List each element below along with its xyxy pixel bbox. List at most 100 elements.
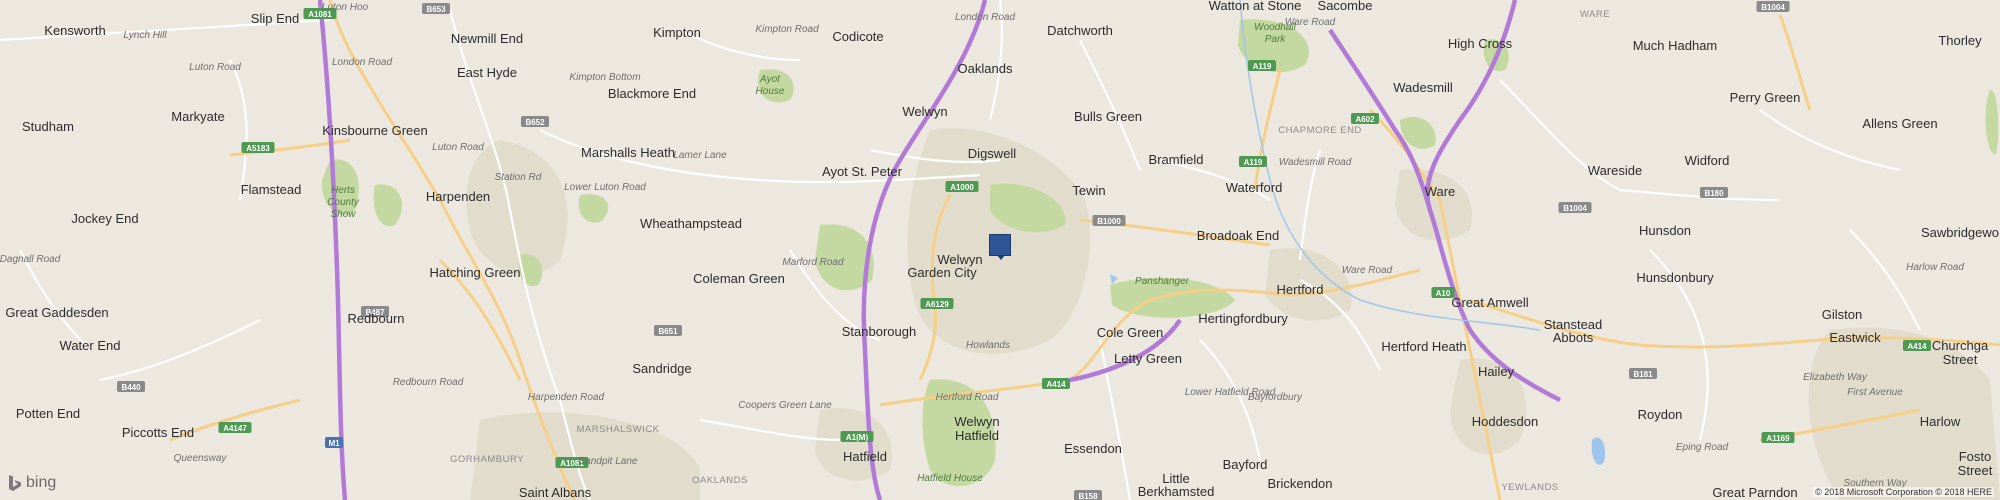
place-label-east-hyde: East Hyde [457,65,517,80]
place-label-saint-albans: Saint Albans [519,485,592,500]
place-label-sandridge: Sandridge [632,361,691,376]
road-shield-label: B1004 [1563,204,1587,213]
place-label-hunsdon: Hunsdon [1639,223,1691,238]
road-shield-label: A1000 [950,183,974,192]
road-label-luton-road: Luton Road [432,142,484,153]
place-label-coleman-green: Coleman Green [693,271,785,286]
road-label-marford-road: Marford Road [782,257,844,268]
place-label-much-hadham: Much Hadham [1633,38,1718,53]
road-shield-a1000: A1000 [945,181,979,192]
place-label-kensworth: Kensworth [44,23,105,38]
road-label-ware-road: Ware Road [1342,265,1393,276]
bing-logo[interactable]: bing [8,474,56,492]
road-shield-label: A414 [1046,380,1066,389]
place-label-widford: Widford [1685,153,1730,168]
place-label-allens-green: Allens Green [1862,116,1937,131]
copyright-notice[interactable]: © 2018 Microsoft Corporation © 2018 HERE [1813,487,1994,497]
place-label-ayot-st-peter: Ayot St. Peter [822,164,903,179]
place-label-marshalls-heath: Marshalls Heath [581,145,675,160]
place-label-watton-at-stone: Watton at Stone [1209,0,1302,13]
road-label-coopers-green-lane: Coopers Green Lane [738,400,832,411]
place-label-flamstead: Flamstead [241,182,302,197]
road-shield-label: A119 [1244,158,1263,167]
place-label-great-gaddesden: Great Gaddesden [5,305,108,320]
place-label-datchworth: Datchworth [1047,23,1113,38]
place-label-abbots: Abbots [1553,330,1594,345]
road-shield-a1169: A1169 [1761,432,1795,443]
road-shield-label: B180 [1704,189,1724,198]
place-label-letty-green: Letty Green [1114,351,1182,366]
road-shield-label: M1 [328,439,340,448]
road-label-howlands: Howlands [966,340,1010,351]
road-shield-label: B158 [1078,492,1098,500]
place-label-high-cross: High Cross [1448,36,1513,51]
place-label-street: Street [1943,352,1978,367]
place-label-hertingfordbury: Hertingfordbury [1198,311,1288,326]
road-shield-b1004: B1004 [1756,1,1790,12]
place-label-gilston: Gilston [1822,307,1862,322]
road-shield-a1-m: A1(M) [840,431,874,442]
road-label-harlow-road: Harlow Road [1906,262,1964,273]
place-label-kinsbourne-green: Kinsbourne Green [322,123,428,138]
road-label-london-road: London Road [955,12,1015,23]
place-label-ware: Ware [1425,184,1456,199]
place-label-churchga: Churchga [1932,338,1989,353]
place-label-street: Street [1958,463,1993,478]
poi-label-woodhall: Woodhall [1254,22,1296,33]
area-label-gorhambury: GORHAMBURY [450,454,524,465]
place-label-welwyn: Welwyn [954,414,999,429]
road-label-redbourn-road: Redbourn Road [393,377,464,388]
road-shield-a414: A414 [1903,340,1931,351]
place-label-blackmore-end: Blackmore End [608,86,696,101]
area-label-yewlands: YEWLANDS [1501,482,1558,493]
place-label-roydon: Roydon [1638,407,1683,422]
road-shield-b1004: B1004 [1558,202,1592,213]
road-shield-label: B653 [426,5,446,14]
place-label-tewin: Tewin [1072,183,1105,198]
place-label-bulls-green: Bulls Green [1074,109,1142,124]
poi-label-show: Show [330,209,356,220]
place-label-potten-end: Potten End [16,406,80,421]
place-label-brickendon: Brickendon [1267,476,1332,491]
area-label-oaklands: OAKLANDS [692,475,748,486]
road-shield-label: A5183 [246,144,270,153]
place-label-cole-green: Cole Green [1097,325,1163,340]
place-label-wheathampstead: Wheathampstead [640,216,742,231]
road-shield-label: A6129 [925,300,949,309]
road-label-sandpit-lane: Sandpit Lane [579,456,638,467]
location-pin-marker[interactable] [989,234,1011,260]
place-label-water-end: Water End [60,338,121,353]
road-shield-a119: A119 [1248,60,1276,71]
place-label-hatfield: Hatfield [843,449,887,464]
road-shield-label: A414 [1907,342,1927,351]
poi-label-ayot: Ayot [759,74,781,85]
road-label-lamer-lane: Lamer Lane [673,150,727,161]
road-shield-a602: A602 [1351,113,1379,124]
road-label-dagnall-road: Dagnall Road [0,254,61,265]
place-label-wadesmill: Wadesmill [1393,80,1453,95]
road-shield-b180: B180 [1700,187,1728,198]
road-label-kimpton-bottom: Kimpton Bottom [569,72,640,83]
road-shield-label: A1169 [1766,434,1790,443]
place-label-fosto: Fosto [1959,449,1992,464]
place-label-digswell: Digswell [968,146,1017,161]
poi-label-park: Park [1265,34,1287,45]
map-view[interactable]: A1081 B653 B652 A5183 A1000 A119 A602 A119 B1000… [0,0,2000,500]
place-label-berkhamsted: Berkhamsted [1138,484,1215,499]
place-label-newmill-end: Newmill End [451,31,523,46]
road-label-luton-road: Luton Road [189,62,241,73]
road-shield-b1000: B1000 [1092,215,1126,226]
road-label-eping-road: Eping Road [1676,442,1729,453]
place-label-garden-city: Garden City [907,265,977,280]
place-label-oaklands: Oaklands [958,61,1013,76]
poi-label-panshanger: Panshanger [1135,276,1190,287]
place-label-broadoak-end: Broadoak End [1197,228,1279,243]
place-label-jockey-end: Jockey End [71,211,138,226]
place-label-hailey: Hailey [1478,364,1515,379]
road-shield-label: B181 [1633,370,1653,379]
place-label-stanborough: Stanborough [842,324,916,339]
place-label-welwyn: Welwyn [902,104,947,119]
road-label-wadesmill-road: Wadesmill Road [1279,157,1352,168]
place-label-sawbridgewo: Sawbridgewo [1921,225,1999,240]
place-label-hertford: Hertford [1277,282,1324,297]
